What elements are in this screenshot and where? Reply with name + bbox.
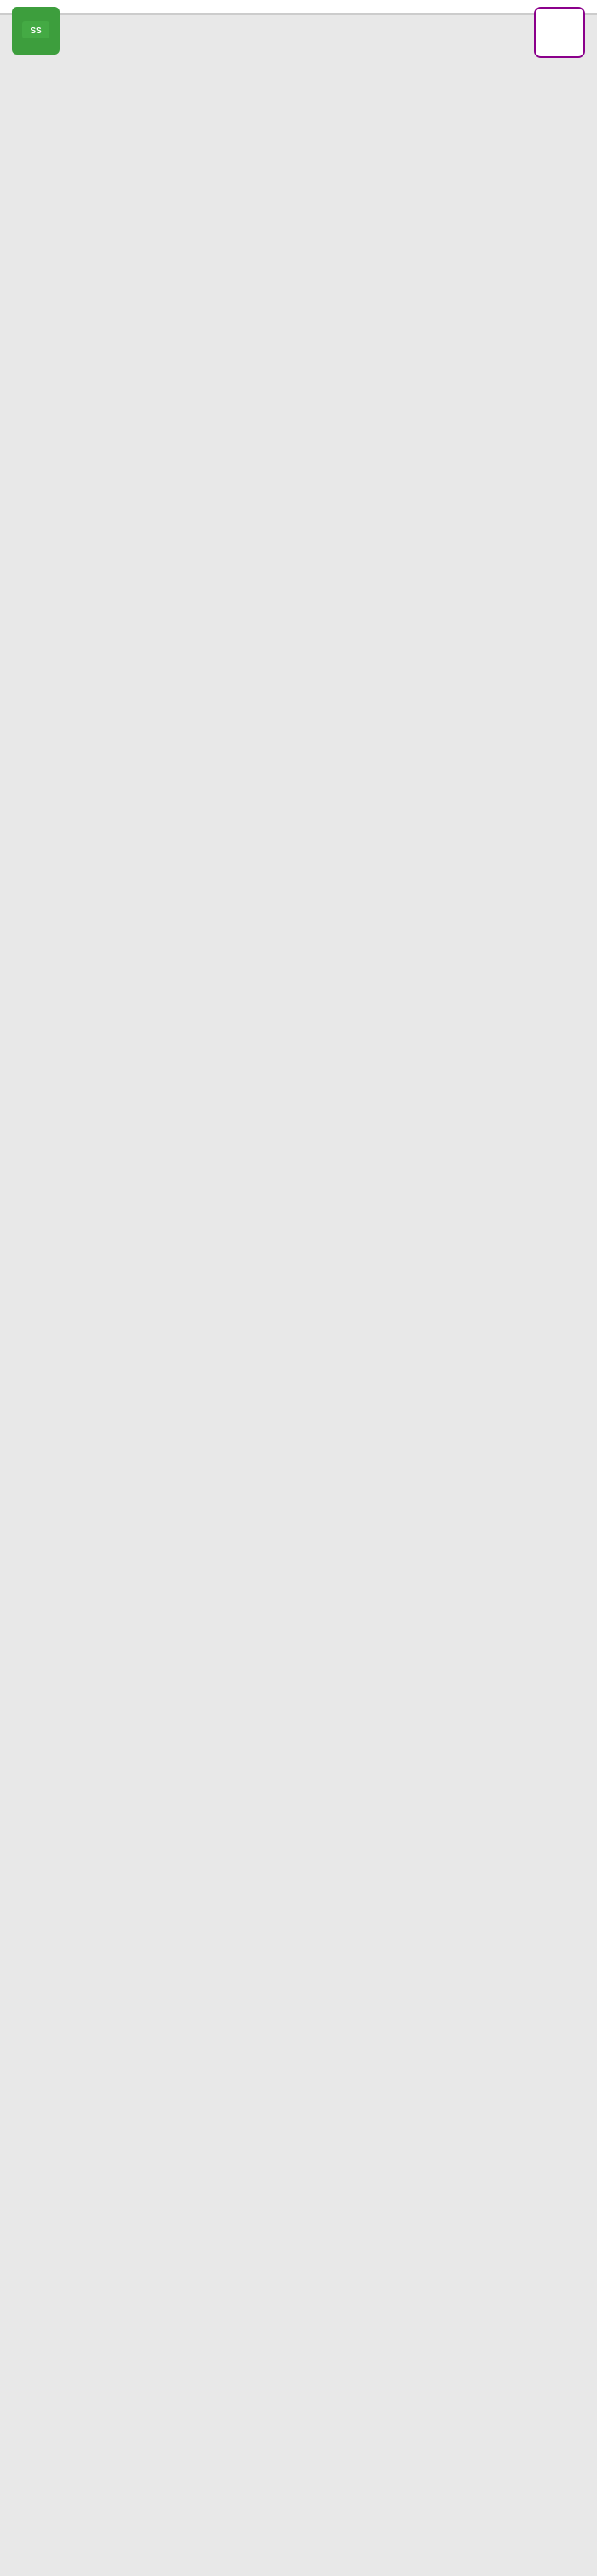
- android-badge: SS: [12, 7, 60, 55]
- svg-text:SS: SS: [30, 26, 42, 36]
- logo-quiz-badge: [534, 7, 585, 58]
- page-header: SS: [0, 0, 597, 15]
